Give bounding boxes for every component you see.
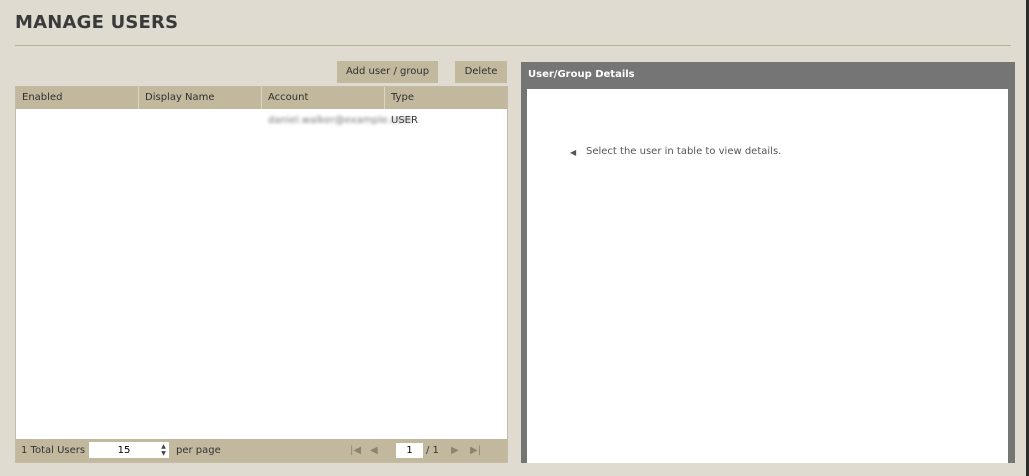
delete-button[interactable]: Delete <box>455 61 507 83</box>
left-arrow-icon: ◀ <box>570 148 577 157</box>
table-row[interactable]: daniel.walker@example.com USER <box>16 111 507 131</box>
details-title: User/Group Details <box>528 69 635 80</box>
cell-account: daniel.walker@example.com <box>268 115 413 126</box>
per-page-label: per page <box>176 445 221 456</box>
page-number-input[interactable] <box>396 443 423 458</box>
title-divider <box>15 45 1011 46</box>
table-header: Enabled Display Name Account Type <box>16 87 507 109</box>
prev-page-icon[interactable]: ◀ <box>370 439 378 462</box>
column-header-enabled[interactable]: Enabled <box>16 87 139 109</box>
page-total-label: / 1 <box>426 445 439 456</box>
column-header-type[interactable]: Type <box>385 87 507 109</box>
per-page-input[interactable] <box>89 442 169 458</box>
table-footer: 1 Total Users ▲▼ per page |◀ ◀ / 1 ▶ ▶| <box>16 439 507 462</box>
spinner-icon[interactable]: ▲ ▼ <box>159 443 168 457</box>
users-table: Enabled Display Name Account Type daniel… <box>15 86 508 463</box>
column-header-display-name[interactable]: Display Name <box>139 87 262 109</box>
last-page-icon[interactable]: ▶| <box>470 439 481 462</box>
column-header-account[interactable]: Account <box>262 87 385 109</box>
cell-enabled <box>16 111 139 131</box>
details-body: ◀ Select the user in table to view detai… <box>527 89 1008 463</box>
details-hint: Select the user in table to view details… <box>586 146 782 157</box>
add-user-group-button[interactable]: Add user / group <box>337 61 438 83</box>
user-group-details-panel: User/Group Details ◀ Select the user in … <box>521 62 1015 463</box>
page-title: MANAGE USERS <box>15 12 179 33</box>
first-page-icon[interactable]: |◀ <box>350 439 361 462</box>
cell-display-name <box>139 111 262 131</box>
next-page-icon[interactable]: ▶ <box>451 439 459 462</box>
total-users-label: 1 Total Users <box>21 445 86 456</box>
